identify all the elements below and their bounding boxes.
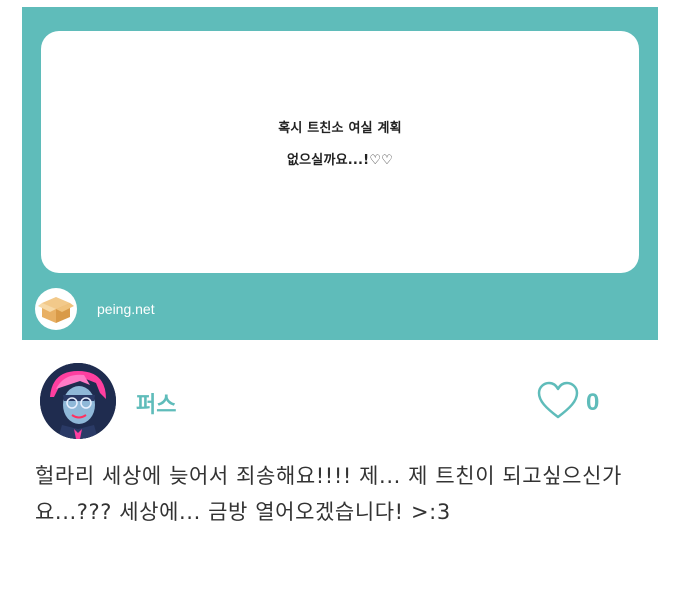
question-card[interactable]: 혹시 트친소 여실 계획 없으실까요...!♡♡ peing.net (22, 7, 658, 340)
like-count: 0 (586, 389, 600, 416)
question-box: 혹시 트친소 여실 계획 없으실까요...!♡♡ (41, 31, 639, 273)
like-button[interactable]: 0 (536, 381, 599, 425)
answer-text: 헐라리 세상에 늦어서 죄송해요!!!! 제... 제 트친이 되고싶으신가요.… (35, 464, 622, 524)
box-icon (35, 288, 77, 330)
brand-site: peing.net (97, 301, 155, 317)
username[interactable]: 퍼스 (136, 387, 176, 419)
avatar[interactable] (40, 363, 116, 439)
heart-outline-icon[interactable] (536, 381, 580, 425)
brand-row[interactable]: peing.net (35, 287, 155, 331)
profile-row: 퍼스 0 (40, 363, 640, 441)
question-line-1: 혹시 트친소 여실 계획 (278, 121, 402, 136)
question-line-2: 없으실까요...!♡♡ (286, 153, 394, 168)
